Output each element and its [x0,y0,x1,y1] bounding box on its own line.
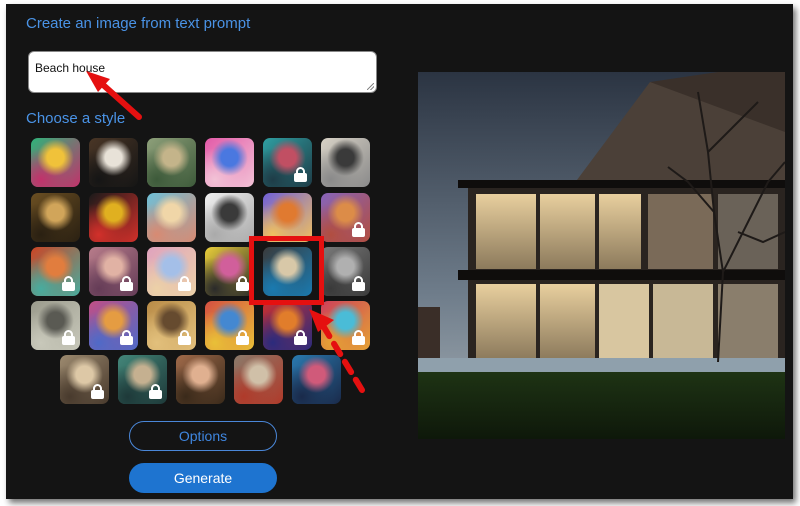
lock-icon [178,276,191,291]
prompt-input[interactable]: Beach house [28,51,377,93]
style-tile-style-abstract-paint[interactable] [31,138,80,187]
style-thumbnail [31,138,80,187]
style-tile-style-panda[interactable] [89,138,138,187]
style-tile-style-red-face[interactable] [31,247,80,296]
resize-grip-icon[interactable] [367,83,374,90]
style-tile-style-pirate[interactable] [234,355,283,404]
style-tile-style-robot[interactable] [205,138,254,187]
style-tile-style-mona-lisa[interactable] [31,193,80,242]
style-tile-style-pattern-grid[interactable] [205,301,254,350]
style-thumbnail [321,138,370,187]
lock-icon [178,330,191,345]
style-tile-style-golden-abstract[interactable] [147,301,196,350]
style-tile-style-red-stripes[interactable] [263,301,312,350]
style-tile-style-fantasy-landscape[interactable] [147,138,196,187]
style-heading: Choose a style [26,110,126,127]
style-thumbnail [147,193,196,242]
style-tile-style-renaissance-woman[interactable] [176,355,225,404]
lock-icon [62,276,75,291]
style-thumbnail [205,193,254,242]
generated-house-image [418,72,785,439]
lock-icon [91,384,104,399]
lock-icon [236,276,249,291]
style-thumbnail [205,138,254,187]
style-thumbnail [31,193,80,242]
lock-icon [62,330,75,345]
style-tile-style-soft-portrait[interactable] [89,247,138,296]
lock-icon [149,384,162,399]
prompt-value: Beach house [35,61,106,75]
style-tile-style-flower-vase[interactable] [89,193,138,242]
style-thumbnail [263,193,312,242]
style-tile-style-faun[interactable] [60,355,109,404]
style-tile-style-engraving[interactable] [205,193,254,242]
app-window: Create an image from text prompt Beach h… [6,4,793,499]
style-thumbnail [234,355,283,404]
lock-icon [352,330,365,345]
lock-icon [352,222,365,237]
style-tile-style-cyan-portrait[interactable] [263,138,312,187]
style-tile-style-marilyn[interactable] [205,247,254,296]
style-tile-style-glow-figure[interactable] [89,301,138,350]
style-thumbnail [292,355,341,404]
style-tile-style-orange-box[interactable] [263,193,312,242]
style-thumbnail [89,138,138,187]
generated-image [418,72,785,439]
style-thumbnail [89,193,138,242]
style-tile-style-ballet[interactable] [147,193,196,242]
style-tile-style-neon-face[interactable] [292,355,341,404]
lock-icon [294,330,307,345]
lock-icon [120,276,133,291]
style-tile-style-colorful-swirl[interactable] [321,301,370,350]
lock-icon [236,330,249,345]
lock-icon [294,167,307,182]
style-tile-style-gray-texture[interactable] [31,301,80,350]
lock-icon [352,276,365,291]
style-tile-style-teal-portrait[interactable] [118,355,167,404]
style-thumbnail [147,138,196,187]
style-tile-style-fox[interactable] [321,193,370,242]
selected-style-highlight [249,236,324,305]
style-tile-style-pastel-blur[interactable] [147,247,196,296]
generate-button[interactable]: Generate [129,463,277,493]
style-tile-style-gray-photo[interactable] [321,247,370,296]
style-thumbnail [176,355,225,404]
page-title: Create an image from text prompt [26,15,251,32]
style-tile-style-sketch-scene[interactable] [321,138,370,187]
lock-icon [120,330,133,345]
options-button[interactable]: Options [129,421,277,451]
